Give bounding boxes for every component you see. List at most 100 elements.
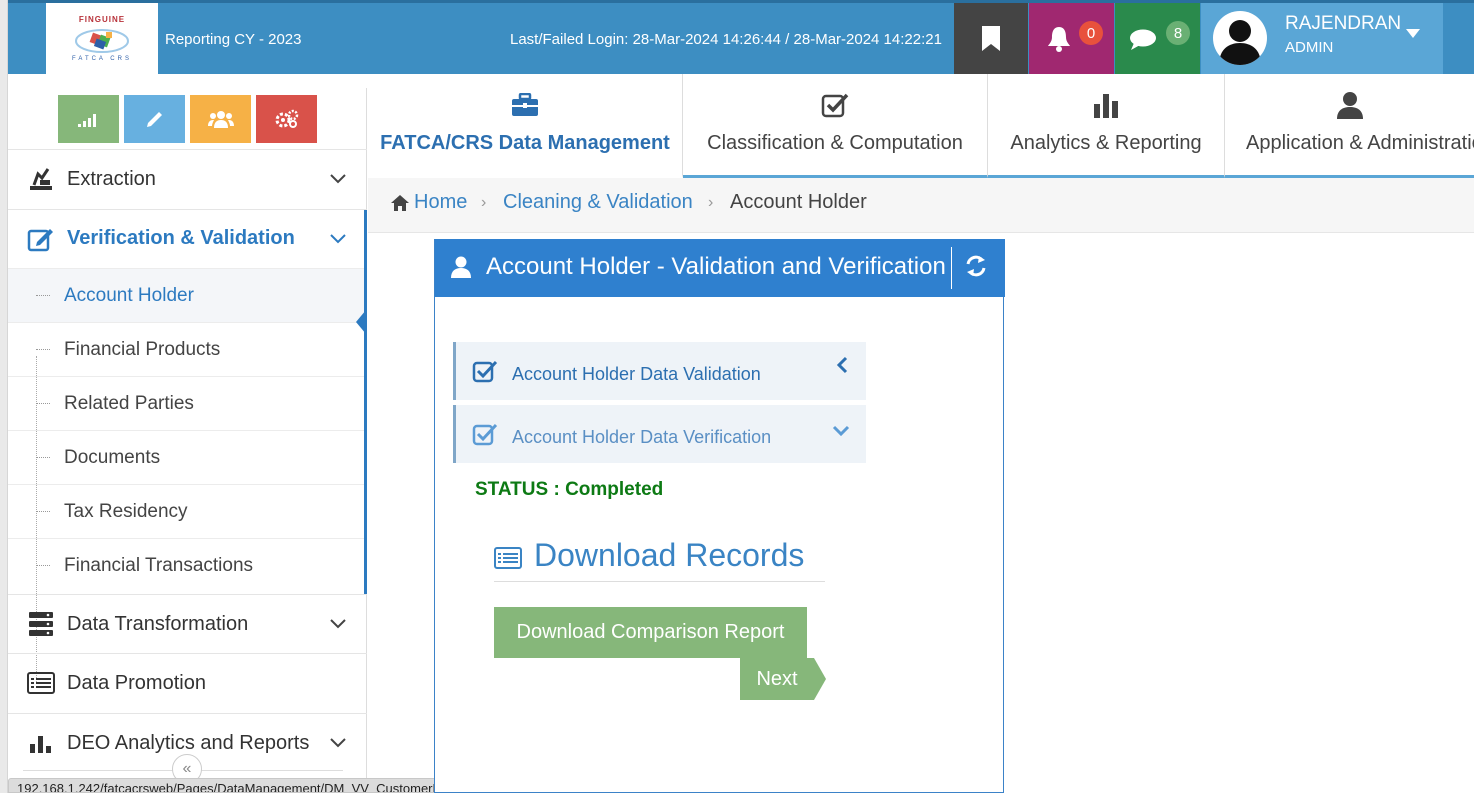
- tab-classification[interactable]: Classification & Computation: [683, 74, 988, 178]
- double-chevron-left-icon: «: [182, 760, 192, 777]
- tab-label: Analytics & Reporting: [1010, 132, 1202, 154]
- chevron-down-icon: [330, 174, 346, 184]
- next-button-label: Next: [740, 658, 814, 700]
- user-silhouette-icon: [1219, 20, 1261, 65]
- bar-chart-icon: [26, 732, 56, 753]
- bookmark-icon: [982, 25, 1000, 51]
- submenu-bullet: [36, 403, 50, 404]
- validation-panel: Account Holder - Validation and Verifica…: [434, 239, 1005, 793]
- tab-data-management[interactable]: FATCA/CRS Data Management: [368, 74, 683, 178]
- chat-icon: [1130, 29, 1156, 50]
- module-tabs: FATCA/CRS Data Management Classification…: [368, 74, 1474, 178]
- reporting-year: Reporting CY - 2023: [165, 31, 302, 48]
- submenu-bullet: [36, 565, 50, 566]
- tab-administration[interactable]: Application & Administration: [1225, 74, 1474, 178]
- sidebar-item-data-promotion[interactable]: Data Promotion: [8, 653, 367, 713]
- section-label: Account Holder Data Validation: [512, 364, 761, 384]
- section-data-verification[interactable]: Account Holder Data Verification: [453, 405, 866, 463]
- sidebar-item-extraction[interactable]: Extraction: [8, 149, 367, 209]
- last-login-info: Last/Failed Login: 28-Mar-2024 14:26:44 …: [510, 31, 942, 48]
- tab-label: Classification & Computation: [707, 132, 963, 154]
- user-role: ADMIN: [1285, 39, 1334, 56]
- breadcrumb-parent-link[interactable]: Cleaning & Validation: [503, 191, 693, 214]
- signal-icon: [77, 114, 96, 127]
- quick-signal-button[interactable]: [58, 95, 119, 143]
- chevron-down-icon: [330, 234, 346, 244]
- window-edge: [0, 0, 8, 793]
- tab-label: FATCA/CRS Data Management: [380, 132, 670, 154]
- breadcrumb-home-link[interactable]: Home: [414, 191, 467, 214]
- sidebar-item-label: Extraction: [67, 168, 156, 190]
- panel-title: Account Holder - Validation and Verifica…: [486, 253, 946, 280]
- download-comparison-report-button[interactable]: Download Comparison Report: [494, 607, 807, 658]
- submenu-item-documents[interactable]: Documents: [8, 430, 364, 484]
- logo-mark-icon: [75, 29, 129, 53]
- download-records-title: Download Records: [534, 537, 805, 573]
- list-icon: [494, 547, 522, 569]
- tab-label: Application & Administration: [1246, 132, 1474, 154]
- gears-icon: [275, 109, 298, 128]
- app-logo[interactable]: FINGUINE FATCA CRS: [46, 3, 158, 74]
- submenu-bullet: [36, 349, 50, 350]
- section-data-validation[interactable]: Account Holder Data Validation: [453, 342, 866, 400]
- sidebar-item-label: DEO Analytics and Reports: [67, 732, 310, 753]
- sidebar-item-deo-analytics[interactable]: DEO Analytics and Reports: [8, 713, 367, 753]
- next-button[interactable]: Next: [740, 658, 826, 700]
- bookmark-button[interactable]: [954, 3, 1028, 74]
- chevron-down-icon: [330, 738, 346, 748]
- panel-header-divider: [951, 247, 952, 289]
- check-square-icon: [472, 360, 498, 383]
- extraction-icon: [26, 166, 56, 192]
- submenu-item-financial-transactions[interactable]: Financial Transactions: [8, 538, 364, 592]
- submenu-bullet: [36, 295, 50, 296]
- notifications-button[interactable]: 0: [1029, 3, 1114, 74]
- briefcase-icon: [509, 90, 541, 120]
- check-square-icon: [472, 423, 498, 446]
- download-divider: [494, 581, 825, 582]
- user-icon: [451, 256, 471, 278]
- submenu-item-financial-products[interactable]: Financial Products: [8, 322, 364, 376]
- user-name: RAJENDRAN: [1285, 13, 1402, 34]
- user-menu[interactable]: RAJENDRAN ADMIN: [1201, 3, 1443, 74]
- breadcrumb-current: Account Holder: [730, 191, 867, 213]
- bar-chart-icon: [1090, 90, 1122, 120]
- avatar: [1213, 11, 1267, 65]
- quick-users-button[interactable]: [190, 95, 251, 143]
- quick-settings-button[interactable]: [256, 95, 317, 143]
- messages-button[interactable]: 8: [1115, 3, 1200, 74]
- submenu-item-label: Account Holder: [64, 284, 194, 306]
- sidebar: Extraction Verification & Validation Acc…: [8, 88, 367, 793]
- sidebar-item-label: Data Promotion: [67, 672, 206, 694]
- submenu-item-label: Tax Residency: [64, 500, 188, 522]
- download-records-heading: Download Records: [494, 537, 804, 574]
- app-page: FINGUINE FATCA CRS Reporting CY - 2023 L…: [0, 0, 1474, 793]
- quick-edit-button[interactable]: [124, 95, 185, 143]
- user-icon: [1334, 90, 1366, 120]
- top-header: FINGUINE FATCA CRS Reporting CY - 2023 L…: [8, 0, 1474, 74]
- tab-analytics[interactable]: Analytics & Reporting: [988, 74, 1225, 178]
- status-text: STATUS : Completed: [475, 479, 664, 500]
- home-icon: [391, 195, 409, 211]
- logo-bottom-text: FATCA CRS: [72, 56, 132, 62]
- submenu-item-label: Related Parties: [64, 392, 194, 414]
- submenu-item-label: Financial Transactions: [64, 554, 254, 576]
- sidebar-item-verification[interactable]: Verification & Validation: [8, 209, 367, 268]
- quick-actions: [58, 95, 317, 143]
- breadcrumb-separator: ›: [708, 194, 714, 211]
- panel-header: Account Holder - Validation and Verifica…: [435, 239, 1005, 297]
- active-section-bar: [364, 210, 367, 594]
- submenu-item-related-parties[interactable]: Related Parties: [8, 376, 364, 430]
- sidebar-item-label: Data Transformation: [67, 613, 249, 635]
- submenu-bullet: [36, 457, 50, 458]
- refresh-icon[interactable]: [965, 255, 987, 277]
- server-icon: [26, 611, 56, 637]
- sidebar-item-data-transformation[interactable]: Data Transformation: [8, 594, 367, 653]
- submenu-item-tax-residency[interactable]: Tax Residency: [8, 484, 364, 538]
- bell-icon: [1048, 27, 1070, 52]
- active-section-arrow: [356, 310, 366, 334]
- pencil-icon: [146, 112, 162, 127]
- sidebar-item-label: Verification & Validation: [67, 227, 295, 249]
- submenu-item-account-holder[interactable]: Account Holder: [8, 268, 364, 322]
- submenu-bullet: [36, 511, 50, 512]
- section-label: Account Holder Data Verification: [512, 427, 772, 447]
